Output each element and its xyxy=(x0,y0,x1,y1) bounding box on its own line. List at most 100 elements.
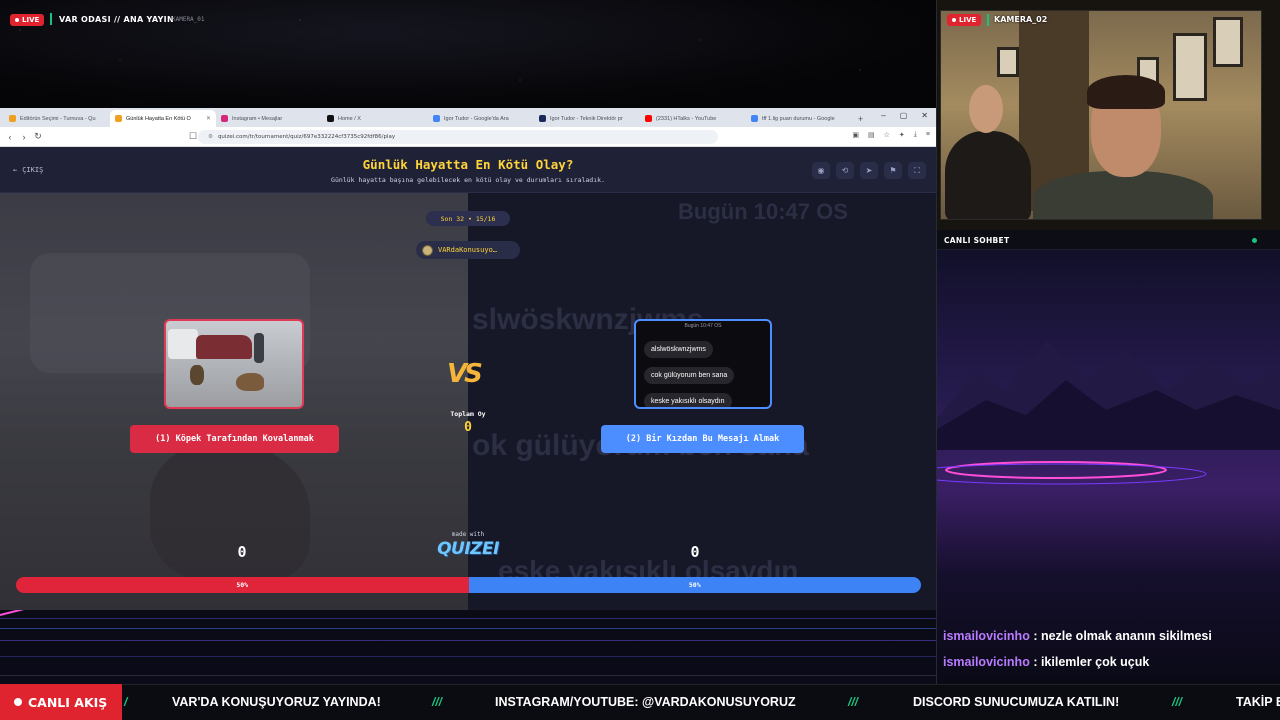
stream-overlay: LIVE VAR ODASI // ANA YAYIN KAMERA_01 Ed… xyxy=(0,0,1280,720)
picture-frame xyxy=(1213,17,1243,67)
ticker-item: INSTAGRAM/YOUTUBE: @VARDAKONUSUYORUZ xyxy=(495,695,796,709)
stream-title: VAR ODASI // ANA YAYIN xyxy=(59,15,174,24)
site-info-icon[interactable]: ⚙ xyxy=(208,134,213,140)
send-icon[interactable]: ➤ xyxy=(860,162,878,179)
chat-message: ismailovicinho : nezle olmak ananın siki… xyxy=(943,629,1212,643)
person-right xyxy=(1033,171,1213,219)
tab-bar: Editörün Seçimi - Turnuva - Qu Günlük Ha… xyxy=(0,108,936,127)
frame-line xyxy=(936,0,937,684)
camera-live-badge: LIVE xyxy=(947,14,982,26)
tab-favicon xyxy=(433,115,440,122)
person-shape xyxy=(254,333,264,363)
mountain-graphic xyxy=(936,340,1280,450)
extensions-icon[interactable]: ✦ xyxy=(899,131,905,139)
option-2-button[interactable]: (2) Bir Kızdan Bu Mesajı Almak xyxy=(601,425,804,453)
ghost-time: Bugün 10:47 OS xyxy=(678,199,848,224)
creator-name: VARdaKonusuyo… xyxy=(438,246,498,254)
refresh-icon[interactable]: ↻ xyxy=(31,131,45,142)
live-label: LIVE xyxy=(22,16,40,24)
star-icon[interactable]: ☆ xyxy=(884,131,890,139)
chat-message: ismailovicinho : ikilemler çok uçuk xyxy=(943,655,1149,669)
minimize-icon[interactable]: – xyxy=(881,111,885,120)
ticker-separator: /// xyxy=(432,695,443,709)
camera-live-label: LIVE xyxy=(959,16,977,24)
fullscreen-icon[interactable]: ⛶ xyxy=(908,162,926,179)
message-bubble: cok gülüyorum ben sana xyxy=(644,367,735,384)
url-field[interactable]: ⚙ quizei.com/tr/tournament/quiz/697e3322… xyxy=(198,130,718,144)
person-right-hair xyxy=(1087,75,1165,109)
url-text: quizei.com/tr/tournament/quiz/697e332224… xyxy=(217,134,396,140)
ticker-separator: /// xyxy=(1172,695,1183,709)
chat-username[interactable]: ismailovicinho xyxy=(943,629,1030,643)
sidebar-icon[interactable]: ▤ xyxy=(868,131,875,139)
eye-icon[interactable]: ◉ xyxy=(812,162,830,179)
new-tab-icon[interactable]: + xyxy=(858,114,863,124)
match-stage: Bugün 10:47 OS slwöskwnzjwms ok gülüyoru… xyxy=(0,193,936,610)
title-divider xyxy=(50,13,52,25)
total-votes-label: Toplam Oy xyxy=(450,410,486,418)
neon-ring xyxy=(936,461,1207,485)
extension-icons: ▣ ▤ ☆ ✦ ⤓ ≡ xyxy=(852,131,930,139)
ticker-item: DISCORD SUNUCUMUZA KATILIN! xyxy=(913,695,1120,709)
back-arrow-icon[interactable]: ‹ xyxy=(3,132,17,142)
share-icon[interactable]: ⟲ xyxy=(836,162,854,179)
option-2-image[interactable]: Bugün 10:47 OS alslwöskwnzjwms cok gülüy… xyxy=(634,319,772,409)
live-badge: LIVE xyxy=(10,14,45,26)
ticker-live-label: CANLI AKIŞ xyxy=(28,694,108,710)
vote-progress-bar: 50% 50% xyxy=(16,577,921,593)
picture-frame xyxy=(997,47,1019,77)
camera-1-label: KAMERA_01 xyxy=(172,16,205,23)
option-1-score: 0 xyxy=(237,543,247,561)
neon-line xyxy=(0,618,936,619)
flag-icon[interactable]: ⚑ xyxy=(884,162,902,179)
install-app-icon[interactable]: ▣ xyxy=(852,131,859,139)
close-tab-icon[interactable]: ✕ xyxy=(206,115,211,122)
neon-line xyxy=(0,628,936,629)
frame-line xyxy=(0,675,936,676)
vs-logo: VS xyxy=(447,359,483,389)
message-bubble: alslwöskwnzjwms xyxy=(644,341,713,358)
chat-text: : nezle olmak ananın sikilmesi xyxy=(1029,629,1212,643)
dog-shape xyxy=(236,373,264,391)
tab-3[interactable]: Instagram • Mesajlar xyxy=(216,110,322,127)
option-1-progress: 50% xyxy=(16,577,469,593)
option-1-button[interactable]: (1) Köpek Tarafından Kovalanmak xyxy=(130,425,339,453)
tab-favicon xyxy=(221,115,228,122)
chat-title: CANLI SOHBET xyxy=(944,236,1010,245)
close-icon[interactable]: ✕ xyxy=(921,111,928,120)
option-1-image[interactable] xyxy=(164,319,304,409)
maximize-icon[interactable]: ▢ xyxy=(900,111,908,120)
tab-favicon xyxy=(115,115,122,122)
download-icon[interactable]: ⤓ xyxy=(914,131,917,139)
tab-8[interactable]: tff 1.lig puan durumu - Google xyxy=(746,110,852,127)
webcam-feed xyxy=(940,10,1262,220)
browser-window: Editörün Seçimi - Turnuva - Qu Günlük Ha… xyxy=(0,108,936,610)
person-left xyxy=(945,131,1031,219)
neon-line xyxy=(0,656,936,657)
quizei-logo: QUIZEI xyxy=(437,539,499,559)
quiz-subtitle: Günlük hayatta başına gelebilecek en köt… xyxy=(331,176,605,184)
ticker-live-badge: CANLI AKIŞ xyxy=(0,684,122,720)
tab-6[interactable]: Igor Tudor - Teknik Direktör pr xyxy=(534,110,640,127)
tab-2-active[interactable]: Günlük Hayatta En Kötü O ✕ xyxy=(110,110,216,127)
van-shape xyxy=(168,329,198,359)
online-indicator xyxy=(1252,238,1257,243)
tab-5[interactable]: Igor Tudor - Google'da Ara xyxy=(428,110,534,127)
menu-icon[interactable]: ≡ xyxy=(926,131,930,139)
made-with-label: made with xyxy=(451,531,485,538)
ticker-separator: / xyxy=(124,695,128,709)
tab-1[interactable]: Editörün Seçimi - Turnuva - Qu xyxy=(4,110,110,127)
dog-shape xyxy=(190,365,204,385)
tab-4[interactable]: Home / X xyxy=(322,110,428,127)
creator-badge[interactable]: VARdaKonusuyo… xyxy=(416,241,520,259)
neon-line xyxy=(0,640,936,641)
message-time: Bugün 10:47 OS xyxy=(684,323,722,329)
camera-divider xyxy=(987,14,989,26)
header-actions: ◉ ⟲ ➤ ⚑ ⛶ xyxy=(812,162,926,179)
ticker-item: TAKİP E xyxy=(1236,695,1280,709)
option-2-progress: 50% xyxy=(468,577,921,593)
tab-7[interactable]: (2331) HTalks - YouTube xyxy=(640,110,746,127)
tab-favicon xyxy=(751,115,758,122)
forward-arrow-icon[interactable]: › xyxy=(17,132,31,142)
chat-username[interactable]: ismailovicinho xyxy=(943,655,1030,669)
